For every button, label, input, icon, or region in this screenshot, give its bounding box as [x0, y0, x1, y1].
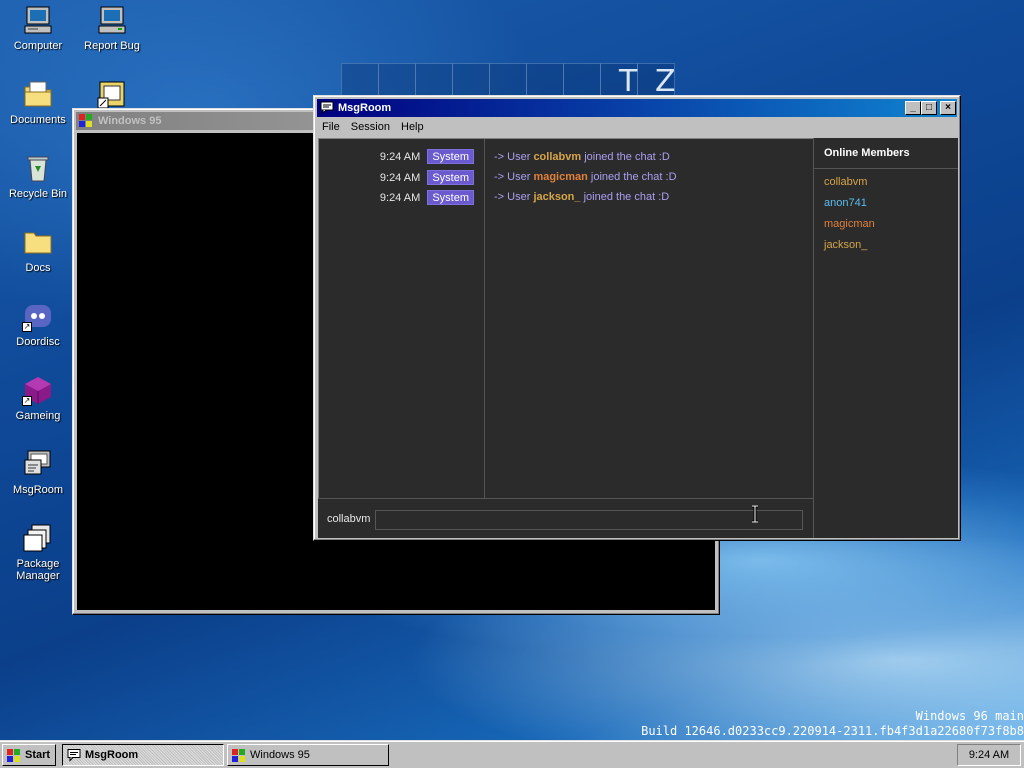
- gameing-icon: ↗: [22, 374, 54, 406]
- desktop-icon-computer[interactable]: Computer: [0, 4, 76, 52]
- application-icon: [96, 78, 128, 110]
- desktop-icon-label: Docs: [25, 262, 51, 274]
- taskbar-item-label: MsgRoom: [85, 749, 139, 761]
- desktop-icon-label: Gameing: [15, 410, 61, 422]
- system-badge: System: [427, 149, 474, 164]
- desktop-icon-label: Report Bug: [84, 40, 140, 52]
- message-meta: 9:24 AM System: [380, 190, 474, 206]
- divider: [814, 168, 958, 169]
- doordisc-icon: ↗: [22, 300, 54, 332]
- package-manager-icon: [22, 522, 54, 554]
- window-title: Windows 95: [98, 115, 162, 127]
- taskbar-item-windows95[interactable]: Windows 95: [227, 744, 389, 766]
- message-prefix: -> User: [494, 171, 531, 183]
- windows-logo-icon: [79, 114, 92, 127]
- message-meta: 9:24 AM System: [380, 149, 474, 165]
- message-suffix: joined the chat :D: [583, 191, 670, 203]
- members-heading: Online Members: [824, 147, 910, 159]
- message-meta: 9:24 AM System: [380, 170, 474, 186]
- desktop-icon-label: Recycle Bin: [8, 188, 68, 200]
- message-username: jackson_: [533, 191, 581, 203]
- chat-input-bar: collabvm: [318, 498, 813, 538]
- taskbar-clock[interactable]: 9:24 AM: [957, 744, 1021, 766]
- message-suffix: joined the chat :D: [584, 151, 670, 163]
- message-suffix: joined the chat :D: [590, 171, 677, 183]
- member-item[interactable]: anon741: [824, 197, 867, 209]
- menu-file[interactable]: File: [318, 118, 344, 133]
- chat-bubble-icon: [320, 101, 334, 114]
- build-version-line1: Windows 96 main: [915, 709, 1024, 723]
- taskbar-item-msgroom[interactable]: MsgRoom: [62, 744, 224, 766]
- ghost-letter: Z: [655, 64, 676, 99]
- desktop-icon-label: Documents: [10, 114, 66, 126]
- desktop-icon-label: Package Manager: [16, 558, 60, 582]
- message-text: -> User collabvm joined the chat :D: [494, 149, 670, 165]
- system-badge: System: [427, 190, 474, 205]
- msgroom-icon: [22, 448, 54, 480]
- recycle-bin-icon: [22, 152, 54, 184]
- start-button[interactable]: Start: [2, 744, 56, 766]
- current-username: collabvm: [327, 513, 371, 525]
- menu-bar: File Session Help: [318, 118, 956, 137]
- msgroom-window[interactable]: MsgRoom _ □ × File Session Help 9:24 AM …: [313, 95, 961, 541]
- text-cursor-icon: [752, 505, 758, 523]
- computer-icon: [22, 4, 54, 36]
- message-username: magicman: [533, 171, 588, 183]
- message-time: 9:24 AM: [379, 151, 421, 163]
- desktop-icon-report-bug[interactable]: Report Bug: [74, 4, 150, 52]
- maximize-icon: □: [925, 102, 933, 113]
- online-members-panel: Online Members collabvm anon741 magicman…: [813, 138, 958, 538]
- minimize-icon: _: [910, 102, 916, 113]
- member-item[interactable]: magicman: [824, 218, 875, 230]
- chat-log[interactable]: 9:24 AM System 9:24 AM System 9:24 AM Sy…: [318, 138, 813, 499]
- taskbar: Start MsgRoom Windows 95 9:24 AM: [0, 740, 1024, 768]
- desktop-icon-label: Doordisc: [16, 336, 60, 348]
- maximize-button[interactable]: □: [921, 101, 937, 115]
- desktop-icon-gameing[interactable]: ↗ Gameing: [0, 374, 76, 422]
- member-item[interactable]: jackson_: [824, 239, 867, 251]
- message-prefix: -> User: [494, 151, 531, 163]
- chat-bubble-icon: [67, 749, 81, 762]
- message-text: -> User magicman joined the chat :D: [494, 169, 677, 185]
- close-button[interactable]: ×: [940, 101, 956, 115]
- message-username: collabvm: [533, 151, 582, 163]
- menu-help[interactable]: Help: [397, 118, 428, 133]
- message-text: -> User jackson_ joined the chat :D: [494, 189, 669, 205]
- message-time: 9:24 AM: [379, 192, 421, 204]
- menu-session[interactable]: Session: [347, 118, 394, 133]
- desktop-icon-label: Computer: [13, 40, 63, 52]
- system-badge: System: [427, 170, 474, 185]
- timestamp-column: 9:24 AM System 9:24 AM System 9:24 AM Sy…: [319, 139, 485, 499]
- desktop-icon-recycle-bin[interactable]: Recycle Bin: [0, 152, 76, 200]
- documents-folder-icon: [22, 78, 54, 110]
- windows-logo-icon: [232, 749, 245, 762]
- desktop-icon-label: MsgRoom: [12, 484, 64, 496]
- member-item[interactable]: collabvm: [824, 176, 867, 188]
- close-icon: ×: [945, 102, 951, 113]
- message-time: 9:24 AM: [379, 172, 421, 184]
- window-title: MsgRoom: [338, 102, 392, 114]
- message-column: -> User collabvm joined the chat :D -> U…: [486, 139, 813, 499]
- chat-input[interactable]: [375, 510, 803, 530]
- msgroom-titlebar[interactable]: MsgRoom _ □ ×: [317, 99, 957, 117]
- minimize-button[interactable]: _: [905, 101, 921, 115]
- taskbar-item-label: Windows 95: [250, 749, 310, 761]
- desktop-icon-documents[interactable]: Documents: [0, 78, 76, 126]
- start-label: Start: [25, 749, 51, 761]
- report-bug-icon: [96, 4, 128, 36]
- message-prefix: -> User: [494, 191, 531, 203]
- desktop-icon-package-manager[interactable]: Package Manager: [0, 522, 76, 582]
- desktop: T Z Computer Report Bug Documents Recycl…: [0, 0, 1024, 740]
- desktop-icon-doordisc[interactable]: ↗ Doordisc: [0, 300, 76, 348]
- desktop-icon-msgroom[interactable]: MsgRoom: [0, 448, 76, 496]
- folder-icon: [22, 226, 54, 258]
- build-version-line2: Build 12646.d0233cc9.220914-2311.fb4f3d1…: [641, 724, 1024, 738]
- ghost-letter: T: [619, 64, 638, 99]
- desktop-icon-docs[interactable]: Docs: [0, 226, 76, 274]
- windows-logo-icon: [7, 749, 20, 762]
